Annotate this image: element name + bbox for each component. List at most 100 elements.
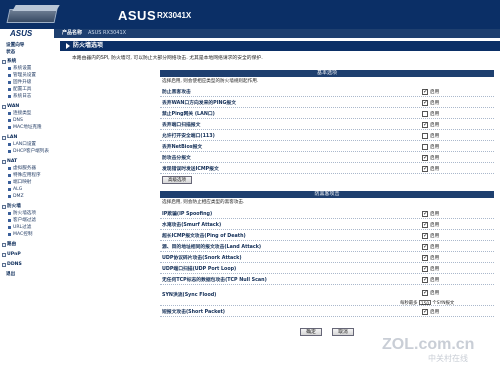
defense-section-heading: 防黑客攻击 — [160, 191, 494, 198]
sidebar-item-wan[interactable]: WAN — [0, 103, 54, 110]
enable-checkbox[interactable] — [422, 243, 428, 250]
option-row: 丢弃NetBios报文 启用 — [160, 143, 494, 152]
option-row: IP欺骗(IP Spoofing) 启用 — [160, 210, 494, 219]
sidebar-item-label: 系统日志 — [13, 94, 32, 99]
sidebar-item-client-filter[interactable]: 客户端过滤 — [0, 217, 54, 224]
enable-checkbox[interactable] — [422, 276, 428, 283]
bullet-icon — [8, 150, 11, 153]
bullet-icon — [8, 95, 11, 98]
page-intro: 本路由器内的SPI, 防火墙可, 可以防止大部分网络攻击. 尤其是本地网络请求的… — [72, 56, 263, 61]
option-row: 水淹攻击(Smurf Attack) 启用 — [160, 221, 494, 230]
enable-label: 启用 — [430, 134, 440, 139]
option-row: 丢弃端口扫描报文 启用 — [160, 121, 494, 130]
sidebar-item-wizard[interactable]: 设置向导 — [0, 42, 54, 49]
enable-label: 启用 — [430, 310, 440, 315]
sidebar-item-firewall[interactable]: 防火墙 — [0, 203, 54, 210]
enable-label: 启用 — [430, 167, 440, 172]
enable-checkbox[interactable] — [422, 221, 428, 228]
bullet-icon — [8, 81, 11, 84]
enable-checkbox[interactable] — [422, 111, 428, 117]
sidebar-item-system[interactable]: 系统 — [0, 58, 54, 65]
syn-rate-suffix: 个SYN报文 — [432, 301, 455, 306]
syn-rate-input[interactable]: 150 — [418, 300, 431, 306]
option-label: UDP协议碎片攻击(Snork Attack) — [162, 256, 242, 261]
sidebar-item-special-apps[interactable]: 特殊应用程序 — [0, 172, 54, 179]
router-admin-page: ASUS RX3041X ASUS 产品名称 ASUS RX3041X 设置向导… — [0, 0, 500, 372]
sidebar-item-label: 系统 — [7, 59, 17, 64]
enable-checkbox[interactable] — [422, 144, 428, 150]
enable-checkbox[interactable] — [422, 210, 428, 217]
enable-checkbox[interactable] — [422, 232, 428, 239]
sidebar-item-label: DMZ — [13, 194, 24, 199]
sidebar-item-firewall-options[interactable]: 防火墙选项 — [0, 210, 54, 217]
sidebar-item-ddns[interactable]: DDNS — [0, 261, 54, 268]
enable-label: 启用 — [430, 156, 440, 161]
option-label: 丢弃端口扫描报文 — [162, 123, 201, 128]
top-banner — [0, 0, 500, 29]
enable-checkbox[interactable] — [422, 121, 428, 128]
enable-label: 启用 — [430, 267, 440, 272]
sidebar-item-system-settings[interactable]: 系统设置 — [0, 65, 54, 72]
bullet-icon — [8, 74, 11, 77]
enable-checkbox[interactable] — [422, 99, 428, 106]
folder-icon — [2, 262, 6, 267]
sidebar-item-dns[interactable]: DNS — [0, 117, 54, 124]
cancel-button[interactable]: 取消 — [332, 328, 354, 336]
option-label: UDP端口扫描(UDP Port Loop) — [162, 267, 237, 272]
sidebar-item-lan-settings[interactable]: LAN口设置 — [0, 141, 54, 148]
enable-checkbox[interactable] — [422, 133, 428, 139]
enable-label: 启用 — [430, 212, 440, 217]
sidebar-item-port-mapping[interactable]: 端口映射 — [0, 179, 54, 186]
sidebar-item-mac-control[interactable]: MAC控制 — [0, 231, 54, 238]
sidebar-item-alg[interactable]: ALG — [0, 186, 54, 193]
sidebar-item-label: 设置向导 — [6, 43, 25, 48]
sidebar-item-admin-settings[interactable]: 管理员设置 — [0, 72, 54, 79]
sidebar-item-label: 虚拟服务器 — [13, 166, 36, 171]
option-label: 源、目的地址相同的报文攻击(Land Attack) — [162, 245, 262, 250]
basic-section-heading: 基本选项 — [160, 70, 494, 77]
sidebar-item-url-filter[interactable]: URL过滤 — [0, 224, 54, 231]
sidebar-item-nat[interactable]: NAT — [0, 158, 54, 165]
sidebar-item-config-tool[interactable]: 配置工具 — [0, 86, 54, 93]
bullet-icon — [8, 119, 11, 122]
sidebar-item-mac-clone[interactable]: MAC地址克隆 — [0, 124, 54, 131]
bullet-icon — [8, 88, 11, 91]
sidebar-item-connection-type[interactable]: 连接类型 — [0, 110, 54, 117]
enable-label: 启用 — [430, 123, 440, 128]
sidebar-item-label: 连接类型 — [13, 111, 32, 116]
sidebar-item-logout[interactable]: 退出 — [0, 271, 54, 278]
enable-checkbox[interactable] — [422, 165, 428, 172]
sidebar-item-lan[interactable]: LAN — [0, 134, 54, 141]
folder-icon — [2, 135, 6, 140]
sidebar-item-label: DDNS — [7, 262, 22, 267]
sidebar-item-label: DHCP客户端列表 — [13, 149, 49, 154]
sidebar-item-virtual-server[interactable]: 虚拟服务器 — [0, 165, 54, 172]
enable-checkbox[interactable] — [422, 289, 428, 296]
enable-checkbox[interactable] — [422, 265, 428, 272]
sidebar-item-label: ALG — [13, 187, 23, 192]
sidebar-item-upnp[interactable]: UPnP — [0, 251, 54, 258]
bullet-icon — [8, 67, 11, 70]
folder-icon — [2, 159, 6, 164]
enable-checkbox[interactable] — [422, 154, 428, 161]
advanced-options-button[interactable]: 高级选项 — [162, 176, 192, 184]
sidebar-item-system-log[interactable]: 系统日志 — [0, 93, 54, 100]
option-row: 发现错误时发送ICMP报文 启用 — [160, 165, 494, 174]
sidebar-item-dmz[interactable]: DMZ — [0, 193, 54, 200]
option-label: SYN洪流(Sync Flood) — [162, 293, 217, 298]
option-row: 无任何TCP标志的数据包攻击(TCP Null Scan) 启用 — [160, 276, 494, 285]
sidebar-item-status[interactable]: 状态 — [0, 49, 54, 56]
sidebar-nav: 设置向导 状态 系统 系统设置 管理员设置 固件升级 配置工具 系统日志 WAN… — [0, 38, 54, 372]
enable-checkbox[interactable] — [422, 308, 428, 315]
option-label: 防攻击分报文 — [162, 156, 191, 161]
enable-checkbox[interactable] — [422, 88, 428, 95]
option-label: 允许打开安全端口(113) — [162, 134, 215, 139]
sidebar-item-firmware[interactable]: 固件升级 — [0, 79, 54, 86]
sidebar-item-routing[interactable]: 路由 — [0, 241, 54, 248]
option-row: 防止黑客攻击 启用 — [160, 88, 494, 97]
enable-label: 启用 — [430, 90, 440, 95]
sidebar-item-label: 管理员设置 — [13, 73, 36, 78]
sidebar-item-dhcp-clients[interactable]: DHCP客户端列表 — [0, 148, 54, 155]
enable-checkbox[interactable] — [422, 254, 428, 261]
ok-button[interactable]: 确定 — [300, 328, 322, 336]
